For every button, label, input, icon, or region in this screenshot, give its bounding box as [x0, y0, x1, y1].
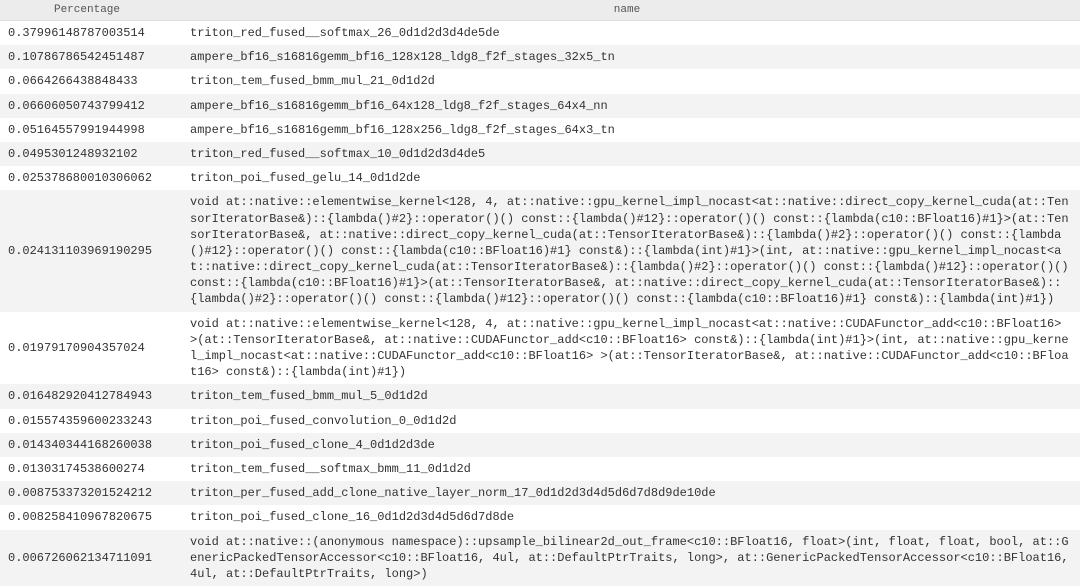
column-header-name[interactable]: name	[174, 0, 1080, 21]
profile-table: Percentage name 0.37996148787003514trito…	[0, 0, 1080, 586]
cell-name: triton_poi_fused_clone_16_0d1d2d3d4d5d6d…	[174, 505, 1080, 529]
table-row[interactable]: 0.016482920412784943triton_tem_fused_bmm…	[0, 384, 1080, 408]
table-row[interactable]: 0.10786786542451487ampere_bf16_s16816gem…	[0, 45, 1080, 69]
cell-percentage: 0.10786786542451487	[0, 45, 174, 69]
cell-percentage: 0.006726062134711091	[0, 530, 174, 587]
cell-name: triton_tem_fused_bmm_mul_5_0d1d2d	[174, 384, 1080, 408]
cell-name: triton_poi_fused_gelu_14_0d1d2de	[174, 166, 1080, 190]
table-row[interactable]: 0.008258410967820675triton_poi_fused_clo…	[0, 505, 1080, 529]
cell-percentage: 0.025378680010306062	[0, 166, 174, 190]
table-row[interactable]: 0.008753373201524212triton_per_fused_add…	[0, 481, 1080, 505]
cell-name: void at::native::elementwise_kernel<128,…	[174, 190, 1080, 311]
cell-name: triton_red_fused__softmax_10_0d1d2d3d4de…	[174, 142, 1080, 166]
cell-name: void at::native::elementwise_kernel<128,…	[174, 312, 1080, 385]
cell-name: ampere_bf16_s16816gemm_bf16_128x128_ldg8…	[174, 45, 1080, 69]
cell-name: triton_poi_fused_convolution_0_0d1d2d	[174, 409, 1080, 433]
cell-percentage: 0.01979170904357024	[0, 312, 174, 385]
cell-percentage: 0.01303174538600274	[0, 457, 174, 481]
table-row[interactable]: 0.37996148787003514triton_red_fused__sof…	[0, 21, 1080, 46]
cell-name: triton_tem_fused_bmm_mul_21_0d1d2d	[174, 69, 1080, 93]
table-row[interactable]: 0.06606050743799412ampere_bf16_s16816gem…	[0, 94, 1080, 118]
cell-name: void at::native::(anonymous namespace)::…	[174, 530, 1080, 587]
cell-name: triton_per_fused_add_clone_native_layer_…	[174, 481, 1080, 505]
header-row: Percentage name	[0, 0, 1080, 21]
cell-percentage: 0.008258410967820675	[0, 505, 174, 529]
cell-name: triton_tem_fused__softmax_bmm_11_0d1d2d	[174, 457, 1080, 481]
column-header-percentage[interactable]: Percentage	[0, 0, 174, 21]
table-row[interactable]: 0.014340344168260038triton_poi_fused_clo…	[0, 433, 1080, 457]
cell-percentage: 0.37996148787003514	[0, 21, 174, 46]
cell-name: triton_red_fused__softmax_26_0d1d2d3d4de…	[174, 21, 1080, 46]
table-row[interactable]: 0.0664266438848433triton_tem_fused_bmm_m…	[0, 69, 1080, 93]
cell-percentage: 0.0664266438848433	[0, 69, 174, 93]
table-row[interactable]: 0.025378680010306062triton_poi_fused_gel…	[0, 166, 1080, 190]
table-row[interactable]: 0.01303174538600274triton_tem_fused__sof…	[0, 457, 1080, 481]
table-row[interactable]: 0.024131103969190295void at::native::ele…	[0, 190, 1080, 311]
table-row[interactable]: 0.015574359600233243triton_poi_fused_con…	[0, 409, 1080, 433]
table-row[interactable]: 0.05164557991944998ampere_bf16_s16816gem…	[0, 118, 1080, 142]
cell-percentage: 0.0495301248932102	[0, 142, 174, 166]
cell-percentage: 0.015574359600233243	[0, 409, 174, 433]
table-row[interactable]: 0.01979170904357024void at::native::elem…	[0, 312, 1080, 385]
cell-percentage: 0.05164557991944998	[0, 118, 174, 142]
cell-name: triton_poi_fused_clone_4_0d1d2d3de	[174, 433, 1080, 457]
cell-name: ampere_bf16_s16816gemm_bf16_64x128_ldg8_…	[174, 94, 1080, 118]
cell-percentage: 0.008753373201524212	[0, 481, 174, 505]
cell-percentage: 0.014340344168260038	[0, 433, 174, 457]
cell-name: ampere_bf16_s16816gemm_bf16_128x256_ldg8…	[174, 118, 1080, 142]
cell-percentage: 0.024131103969190295	[0, 190, 174, 311]
cell-percentage: 0.016482920412784943	[0, 384, 174, 408]
table-row[interactable]: 0.006726062134711091void at::native::(an…	[0, 530, 1080, 587]
cell-percentage: 0.06606050743799412	[0, 94, 174, 118]
table-row[interactable]: 0.0495301248932102triton_red_fused__soft…	[0, 142, 1080, 166]
